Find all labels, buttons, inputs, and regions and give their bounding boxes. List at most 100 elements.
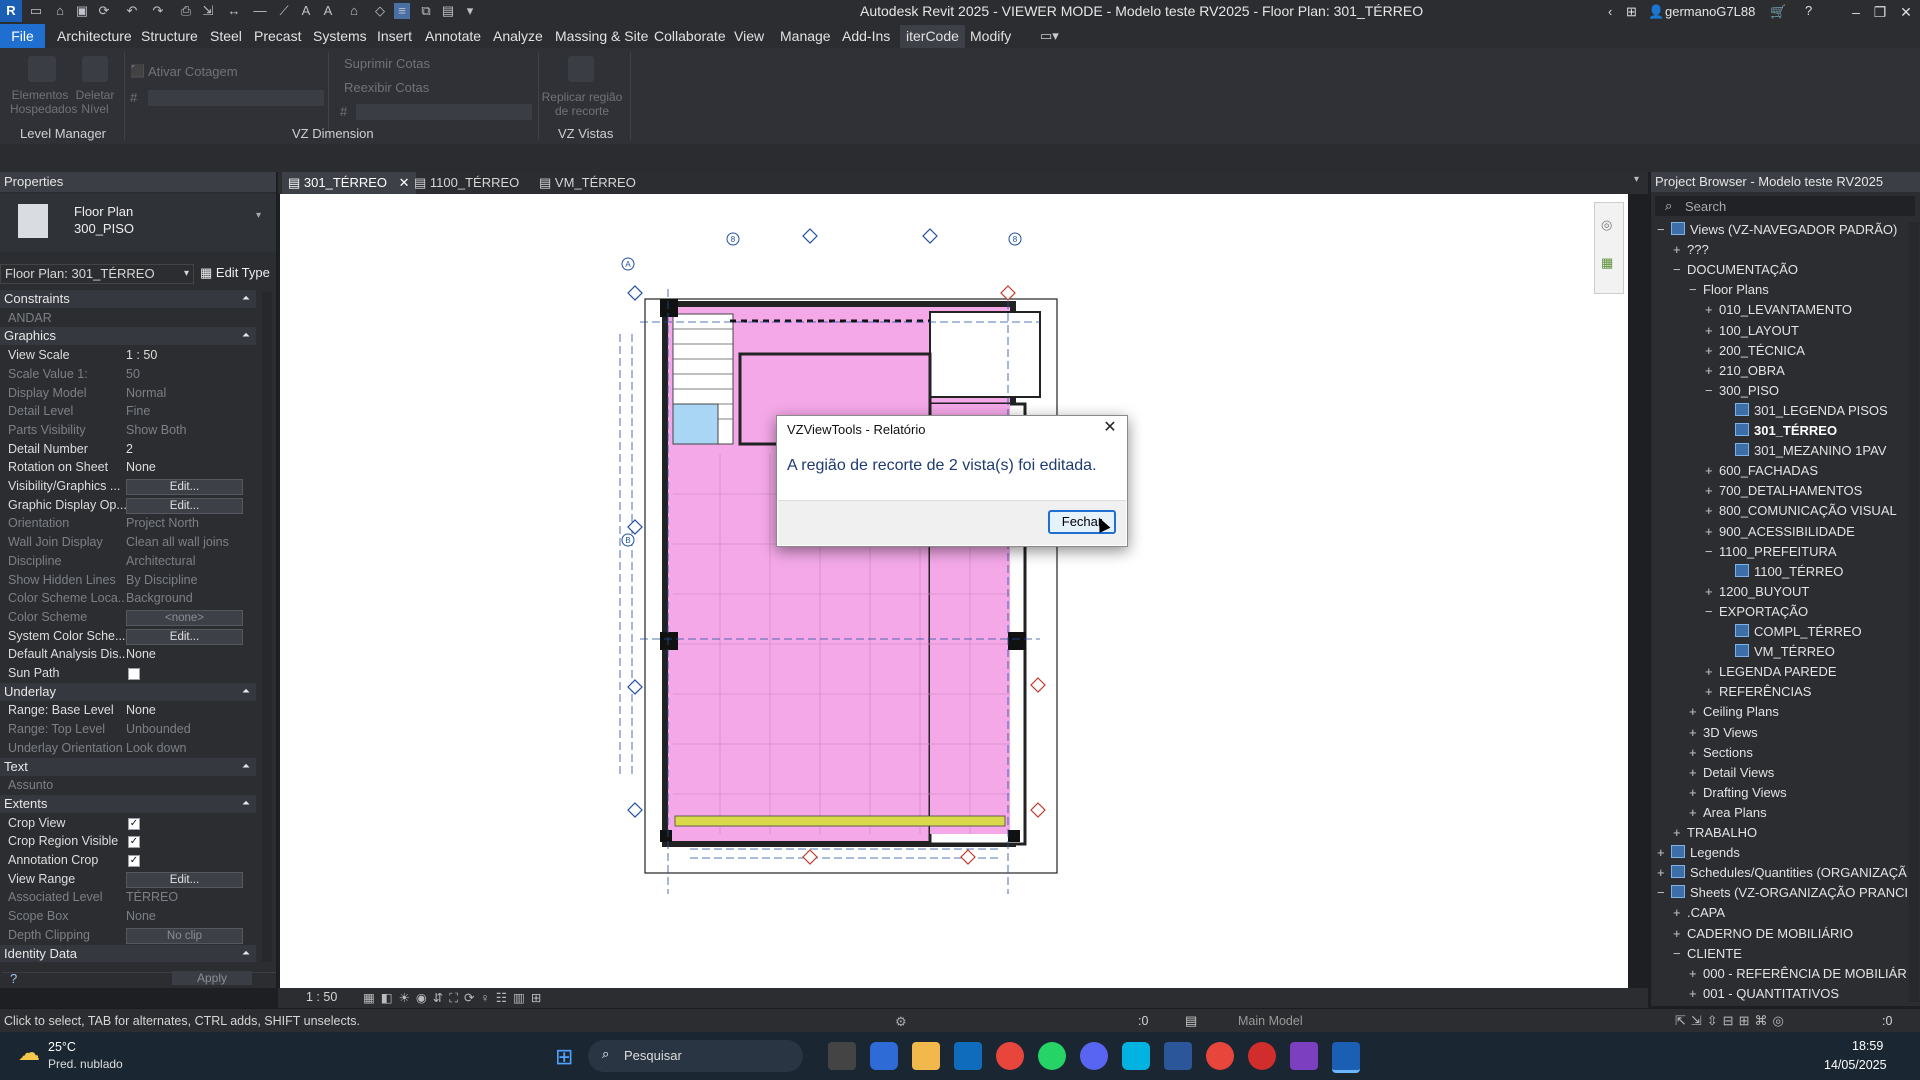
undo-icon[interactable]: ↶	[124, 3, 140, 19]
property-row[interactable]: Rotation on Sheet None	[0, 458, 256, 476]
browser-tree-item[interactable]: +001 - QUANTITATIVOS	[1689, 986, 1839, 1001]
task-view-icon[interactable]	[828, 1042, 856, 1070]
file-explorer-icon[interactable]	[912, 1042, 940, 1070]
browser-tree-item[interactable]: +010_LEVANTAMENTO	[1705, 302, 1852, 317]
tab-add-ins[interactable]: Add-Ins	[842, 28, 890, 44]
apply-button[interactable]: Apply	[172, 971, 252, 985]
property-category[interactable]: Extents ⏶	[0, 794, 256, 813]
browser-tree-item[interactable]: +???	[1673, 242, 1709, 257]
property-row[interactable]: Default Analysis Dis... None	[0, 645, 256, 663]
m365-icon[interactable]	[870, 1042, 898, 1070]
open-icon[interactable]: ⌂	[52, 3, 68, 19]
steering-wheel-icon[interactable]: ◎	[1601, 217, 1612, 233]
chrome-icon[interactable]	[996, 1042, 1024, 1070]
help-icon[interactable]: ?	[1805, 3, 1812, 18]
filter-count[interactable]: :0	[1882, 1014, 1892, 1028]
property-row[interactable]: Crop Region Visible ✓	[0, 832, 256, 850]
word-icon[interactable]	[1164, 1042, 1192, 1070]
collapse-icon[interactable]: ⏶	[242, 758, 250, 776]
browser-tree-item[interactable]: + Schedules/Quantities (ORGANIZAÇÃO T	[1657, 865, 1907, 880]
expand-toggle-icon[interactable]: +	[1705, 463, 1719, 478]
property-button[interactable]: No clip	[126, 927, 243, 944]
browser-tree-item[interactable]: − CLIENTE	[1673, 946, 1742, 961]
tab-steel[interactable]: Steel	[210, 28, 242, 44]
replicar-regiao-button[interactable]: Replicar região de recorte	[540, 90, 624, 118]
app-icon[interactable]	[1122, 1042, 1150, 1070]
browser-search[interactable]: ⌕ Search	[1655, 196, 1915, 216]
expand-icon[interactable]: ‹	[1608, 4, 1612, 19]
expand-toggle-icon[interactable]: +	[1689, 745, 1703, 760]
property-row[interactable]: Annotation Crop ✓	[0, 851, 256, 869]
navigation-bar[interactable]: ◎ ▦	[1594, 202, 1624, 294]
expand-toggle-icon[interactable]: +	[1689, 805, 1703, 820]
browser-tree-item[interactable]: +700_DETALHAMENTOS	[1705, 483, 1862, 498]
expand-toggle-icon[interactable]: +	[1689, 785, 1703, 800]
property-value[interactable]: Architectural	[126, 552, 246, 570]
browser-tree-item[interactable]: +600_FACHADAS	[1705, 463, 1818, 478]
outlook-icon[interactable]	[954, 1042, 982, 1070]
browser-tree-item[interactable]: + Drafting Views	[1689, 785, 1787, 800]
properties-help-icon[interactable]: ?	[10, 971, 17, 986]
editable-count[interactable]: :0	[1138, 1014, 1148, 1028]
properties-scrollbar[interactable]	[262, 292, 272, 962]
zoom-icon[interactable]: ▦	[1601, 255, 1613, 271]
close-window-icon[interactable]: ✕	[1894, 2, 1918, 22]
browser-tree-item[interactable]: − EXPORTAÇÃO	[1705, 604, 1808, 619]
redo-icon[interactable]: ↷	[150, 3, 166, 19]
delete-level-button[interactable]: Deletar Nível	[75, 88, 115, 116]
weather-icon[interactable]: ☁	[18, 1040, 40, 1066]
thin-lines-icon[interactable]: ≡	[394, 3, 410, 19]
browser-tree-item[interactable]: − DOCUMENTAÇÃO	[1673, 262, 1798, 277]
user-icon[interactable]: 👤	[1648, 4, 1664, 20]
whatsapp-icon[interactable]	[1038, 1042, 1066, 1070]
expand-toggle-icon[interactable]: +	[1705, 302, 1719, 317]
expand-toggle-icon[interactable]: −	[1705, 604, 1719, 619]
tab-analyze[interactable]: Analyze	[493, 28, 543, 44]
tab-file[interactable]: File	[0, 24, 45, 48]
instance-selector[interactable]: Floor Plan: 301_TÉRREO ▾	[0, 264, 194, 284]
revit-logo-icon[interactable]: R	[0, 0, 22, 22]
browser-tree-item[interactable]: +100_LAYOUT	[1705, 323, 1799, 338]
expand-toggle-icon[interactable]: +	[1705, 524, 1719, 539]
property-value[interactable]: None	[126, 907, 246, 925]
tab-massing-site[interactable]: Massing & Site	[555, 28, 648, 44]
browser-tree-item[interactable]: +200_TÉCNICA	[1705, 343, 1805, 358]
home-3d-icon[interactable]: ⌂	[346, 3, 362, 19]
property-button[interactable]: Edit...	[126, 628, 243, 645]
property-category[interactable]: Underlay ⏶	[0, 682, 256, 701]
property-row[interactable]: Color Scheme <none>	[0, 608, 256, 626]
customize-qat-icon[interactable]: ▾	[462, 3, 478, 19]
browser-tree-item[interactable]: + Legends	[1657, 845, 1740, 860]
browser-tree-item[interactable]: + LEGENDA PAREDE	[1705, 664, 1837, 679]
expand-toggle-icon[interactable]: +	[1705, 684, 1719, 699]
collapse-icon[interactable]: ⏶	[242, 795, 250, 813]
tab-manage[interactable]: Manage	[780, 28, 831, 44]
collapse-icon[interactable]: ⏶	[242, 945, 250, 963]
property-checkbox[interactable]	[128, 668, 140, 680]
expand-toggle-icon[interactable]: −	[1705, 544, 1719, 559]
hosted-elements-button[interactable]: Elementos Hospedados	[10, 88, 77, 116]
property-row[interactable]: Sun Path	[0, 664, 256, 682]
chrome-profile-icon[interactable]	[1206, 1042, 1234, 1070]
property-value[interactable]: Project North	[126, 514, 246, 532]
visual-studio-icon[interactable]	[1290, 1042, 1318, 1070]
ativar-cotagem-button[interactable]: Ativar Cotagem	[148, 64, 238, 79]
save-icon[interactable]: ▣	[74, 3, 90, 19]
property-row[interactable]: Display Model Normal	[0, 384, 256, 402]
property-value[interactable]: Fine	[126, 402, 246, 420]
browser-tree-item[interactable]: +800_COMUNICAÇÃO VISUAL	[1705, 503, 1897, 518]
expand-toggle-icon[interactable]: +	[1705, 323, 1719, 338]
browser-tree-item[interactable]: + CADERNO DE MOBILIÁRIO	[1673, 926, 1853, 941]
property-value[interactable]: 2	[126, 440, 246, 458]
clock-time[interactable]: 18:59	[1852, 1039, 1883, 1053]
property-row[interactable]: Assunto	[0, 776, 256, 794]
user-name[interactable]: germanoG7L88	[1665, 4, 1755, 19]
expand-toggle-icon[interactable]: +	[1673, 242, 1687, 257]
property-value[interactable]: Background	[126, 589, 246, 607]
property-value[interactable]: 1 : 50	[126, 346, 246, 364]
browser-tree-item[interactable]: 1100_TÉRREO	[1721, 563, 1843, 579]
new-icon[interactable]: ▭	[28, 3, 44, 19]
taskbar-search[interactable]: ⌕ Pesquisar	[588, 1040, 803, 1072]
edit-type-button[interactable]: ▦ Edit Type	[200, 265, 270, 281]
expand-toggle-icon[interactable]: −	[1673, 262, 1687, 277]
